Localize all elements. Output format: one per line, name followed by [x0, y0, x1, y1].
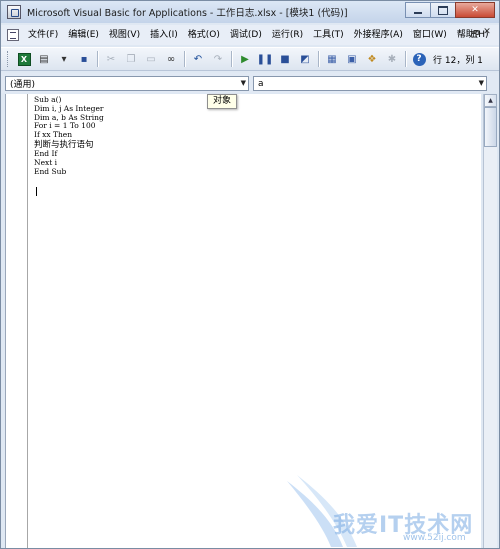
copy-button[interactable]: ❐ — [123, 51, 139, 67]
scrollbar-track[interactable] — [484, 147, 497, 547]
insert-module-button[interactable]: ▤ — [36, 51, 52, 67]
scrollbar-thumb[interactable] — [484, 107, 497, 147]
procedure-combo[interactable]: a ▼ — [253, 76, 487, 91]
project-explorer-icon: ▦ — [327, 53, 337, 65]
mdi-close-button[interactable]: ✕ — [481, 27, 493, 41]
save-icon: ▪ — [80, 53, 88, 65]
vba-app-icon[interactable] — [7, 5, 21, 19]
stop-icon: ■ — [280, 53, 290, 65]
toolbar-separator — [405, 51, 406, 67]
play-icon: ▶ — [241, 53, 249, 65]
paste-button[interactable]: ▭ — [143, 51, 159, 67]
insert-module-icon: ▤ — [39, 53, 49, 65]
object-combo-value: (通用) — [10, 80, 36, 90]
object-combo-tooltip: 对象 — [207, 94, 238, 109]
code-text[interactable]: Sub a() Dim i, j As Integer Dim a, b As … — [34, 95, 104, 177]
reset-button[interactable]: ■ — [277, 51, 293, 67]
window-controls: ✕ — [405, 2, 495, 18]
text-caret — [36, 187, 37, 196]
toolbox-button[interactable]: ✱ — [384, 51, 400, 67]
cut-icon: ✂ — [106, 53, 116, 65]
redo-icon: ↷ — [213, 53, 223, 65]
code-line[interactable]: End Sub — [34, 167, 104, 177]
menu-file[interactable]: 文件(F) — [23, 26, 63, 44]
code-line[interactable]: If xx Then — [34, 130, 104, 140]
copy-icon: ❐ — [126, 53, 136, 65]
mdi-restore-button[interactable]: 🗗 — [469, 27, 481, 41]
menu-run[interactable]: 运行(R) — [267, 26, 308, 44]
code-margin-indicator-bar[interactable] — [6, 94, 28, 548]
menu-window[interactable]: 窗口(W) — [408, 26, 452, 44]
help-icon: ? — [412, 52, 426, 66]
toolbar-separator — [97, 51, 98, 67]
cursor-position: 行 12，列 1 — [433, 55, 483, 66]
design-mode-icon: ◩ — [300, 53, 310, 65]
mdi-controls: _ 🗗 ✕ — [457, 27, 493, 41]
standard-toolbar: X ▤ ▾ ▪ ✂ ❐ ▭ ∞ ↶ ↷ ▶ ❚❚ ■ ◩ ▦ ▣ ❖ ✱ ? 行… — [1, 47, 499, 71]
menu-tools[interactable]: 工具(T) — [308, 26, 349, 44]
object-browser-icon: ❖ — [367, 53, 377, 65]
design-mode-button[interactable]: ◩ — [297, 51, 313, 67]
pause-icon: ❚❚ — [256, 53, 274, 65]
redo-button[interactable]: ↷ — [210, 51, 226, 67]
toolbox-icon: ✱ — [387, 53, 397, 65]
chevron-down-icon[interactable]: ▼ — [241, 77, 246, 90]
menu-view[interactable]: 视图(V) — [104, 26, 145, 44]
menu-insert[interactable]: 插入(I) — [145, 26, 183, 44]
scroll-up-button[interactable]: ▲ — [484, 94, 497, 107]
menu-debug[interactable]: 调试(D) — [225, 26, 267, 44]
undo-button[interactable]: ↶ — [190, 51, 206, 67]
close-button[interactable]: ✕ — [455, 2, 495, 18]
run-button[interactable]: ▶ — [237, 51, 253, 67]
save-button[interactable]: ▪ — [76, 51, 92, 67]
vertical-scrollbar[interactable]: ▲ — [483, 94, 497, 548]
window-title: Microsoft Visual Basic for Applications … — [27, 8, 348, 19]
find-button[interactable]: ∞ — [163, 51, 179, 67]
object-browser-button[interactable]: ❖ — [364, 51, 380, 67]
toolbar-grip[interactable] — [7, 51, 10, 67]
properties-icon: ▣ — [347, 53, 357, 65]
mdi-minimize-button[interactable]: _ — [457, 27, 469, 41]
binoculars-icon: ∞ — [166, 53, 176, 65]
paste-icon: ▭ — [146, 53, 156, 65]
code-combo-row: (通用) ▼ a ▼ — [1, 73, 499, 93]
code-editor[interactable]: Sub a() Dim i, j As Integer Dim a, b As … — [5, 94, 481, 548]
menu-bar: 文件(F) 编辑(E) 视图(V) 插入(I) 格式(O) 调试(D) 运行(R… — [1, 25, 499, 45]
title-bar: Microsoft Visual Basic for Applications … — [1, 1, 499, 23]
project-explorer-button[interactable]: ▦ — [324, 51, 340, 67]
object-combo[interactable]: (通用) ▼ — [5, 76, 249, 91]
insert-dropdown-button[interactable]: ▾ — [56, 51, 72, 67]
menu-format[interactable]: 格式(O) — [183, 26, 225, 44]
properties-window-button[interactable]: ▣ — [344, 51, 360, 67]
toolbar-separator — [184, 51, 185, 67]
view-excel-button[interactable]: X — [16, 51, 32, 67]
help-button[interactable]: ? — [411, 51, 427, 67]
undo-icon: ↶ — [193, 53, 203, 65]
toolbar-separator — [231, 51, 232, 67]
chevron-down-icon: ▾ — [61, 53, 67, 65]
break-button[interactable]: ❚❚ — [256, 51, 274, 67]
menu-edit[interactable]: 编辑(E) — [63, 26, 104, 44]
cut-button[interactable]: ✂ — [103, 51, 119, 67]
procedure-combo-value: a — [258, 78, 264, 89]
toolbar-separator — [318, 51, 319, 67]
excel-icon: X — [17, 52, 31, 66]
minimize-button[interactable] — [405, 2, 431, 18]
module-doc-icon[interactable] — [7, 29, 19, 41]
vba-editor-window: Microsoft Visual Basic for Applications … — [0, 0, 500, 549]
maximize-button[interactable] — [430, 2, 456, 18]
chevron-down-icon[interactable]: ▼ — [479, 77, 484, 90]
menu-addins[interactable]: 外接程序(A) — [349, 26, 408, 44]
